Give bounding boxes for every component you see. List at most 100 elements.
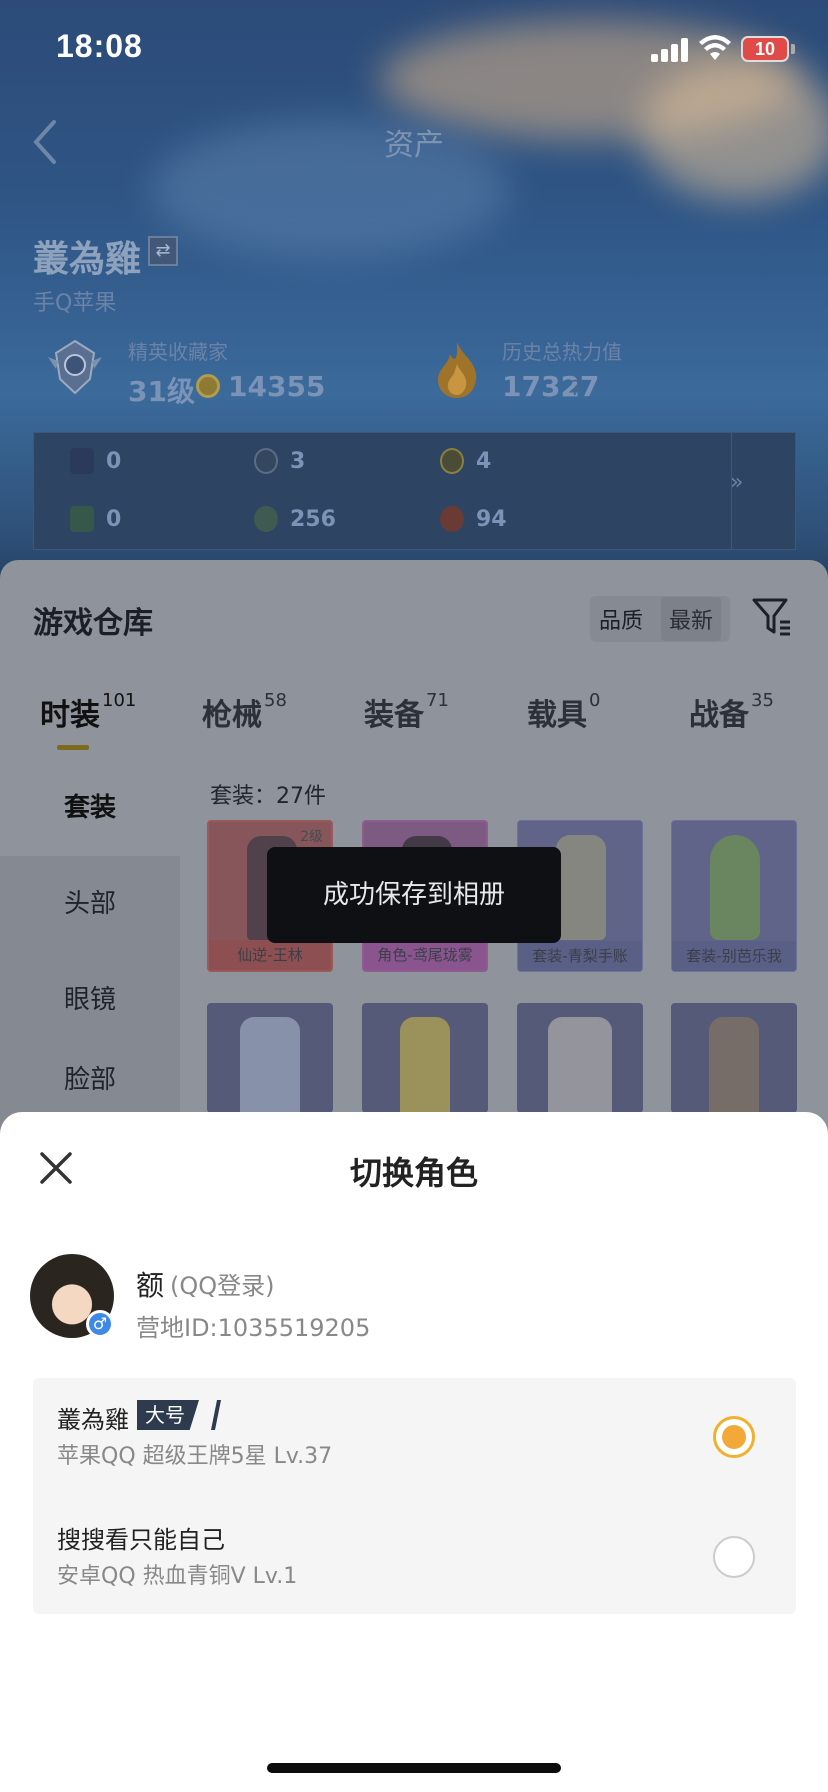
stat-value: 0 xyxy=(106,506,122,532)
male-gender-icon: ♂ xyxy=(86,1310,114,1338)
help-icon[interactable]: ? xyxy=(570,376,581,400)
filter-icon[interactable] xyxy=(752,596,792,638)
item-caption: 仙逆-王林 xyxy=(209,940,331,970)
rank-level: 31级 xyxy=(128,375,195,408)
stat-item: 256 xyxy=(254,506,336,532)
toast-message: 成功保存到相册 xyxy=(267,847,561,943)
item-count-label: 套装：27件 xyxy=(210,784,326,809)
role-row-alt[interactable]: 搜搜看只能自己 安卓QQ 热血青铜V Lv.1 xyxy=(33,1496,796,1614)
account-login-type: (QQ登录) xyxy=(170,1272,275,1300)
home-indicator xyxy=(267,1763,561,1773)
rank-label: 精英收藏家 xyxy=(128,340,228,364)
role-name: 叢為雞 xyxy=(57,1406,129,1434)
outfit-figure xyxy=(548,1017,612,1113)
green-gem-icon xyxy=(254,506,278,532)
battery-indicator: 10 xyxy=(741,36,789,62)
card-icon xyxy=(70,448,94,474)
item-card[interactable] xyxy=(671,1003,797,1113)
tab-vehicles[interactable]: 载具 0 xyxy=(527,690,600,734)
item-caption: 套装-别芭乐我 xyxy=(672,941,796,971)
tab-count: 58 xyxy=(264,690,287,711)
wifi-icon xyxy=(699,35,731,60)
stat-item: 0 xyxy=(70,506,121,532)
tab-fashion[interactable]: 时装 101 xyxy=(40,690,136,734)
switch-role-sheet: 切换角色 ♂ 额 (QQ登录) 营地ID:1035519205 叢為雞 大号 苹… xyxy=(0,1112,828,1792)
tab-label: 战备 xyxy=(689,698,749,733)
item-card[interactable] xyxy=(517,1003,643,1113)
tab-label: 载具 xyxy=(527,698,587,733)
switch-account-icon[interactable]: ⇄ xyxy=(148,236,178,266)
item-caption: 角色-鸢尾珑雾 xyxy=(364,940,486,970)
ticket-icon xyxy=(70,506,94,532)
sort-newest[interactable]: 最新 xyxy=(660,597,721,641)
warehouse-title: 游戏仓库 xyxy=(33,606,153,641)
stat-item: 4 xyxy=(440,448,491,474)
item-card[interactable] xyxy=(362,1003,488,1113)
heat-label: 历史总热力值 xyxy=(502,340,622,364)
tab-count: 101 xyxy=(102,690,137,711)
tab-count: 71 xyxy=(426,690,449,711)
category-glasses[interactable]: 眼镜 xyxy=(0,952,180,1048)
item-caption: 套装-青梨手账 xyxy=(518,941,642,971)
stat-value: 256 xyxy=(290,506,336,532)
red-gem-icon xyxy=(440,506,464,532)
platform-label: 手Q苹果 xyxy=(33,291,117,316)
coin-icon xyxy=(196,374,220,398)
role-info: 苹果QQ 超级王牌5星 Lv.37 xyxy=(57,1444,333,1469)
role-info: 安卓QQ 热血青铜V Lv.1 xyxy=(57,1564,298,1589)
category-face[interactable]: 脸部 xyxy=(0,1048,180,1112)
tab-count: 35 xyxy=(751,690,774,711)
role-name: 搜搜看只能自己 xyxy=(57,1526,225,1554)
sort-quality[interactable]: 品质 xyxy=(599,603,643,635)
category-suit[interactable]: 套装 xyxy=(0,760,180,856)
outfit-figure xyxy=(709,1017,759,1113)
category-head[interactable]: 头部 xyxy=(0,856,180,952)
stat-value: 4 xyxy=(476,448,492,474)
heat-value: 17327 xyxy=(502,370,600,403)
cellular-signal-icon xyxy=(651,38,691,62)
page-title: 资产 xyxy=(384,128,444,163)
token-icon xyxy=(254,448,278,474)
fire-icon xyxy=(438,342,477,398)
stat-item: 94 xyxy=(440,506,507,532)
player-name: 叢為雞 xyxy=(33,239,142,280)
outfit-figure xyxy=(556,835,606,940)
outfit-figure xyxy=(710,835,760,940)
stat-item: 3 xyxy=(254,448,305,474)
role-tag: 大号 xyxy=(137,1400,199,1430)
sort-toggle[interactable]: 品质 最新 xyxy=(590,596,730,642)
tab-equipment[interactable]: 装备 71 xyxy=(364,690,449,734)
outfit-figure xyxy=(240,1017,300,1113)
account-id: 营地ID:1035519205 xyxy=(136,1314,371,1342)
status-bar: 18:08 10 xyxy=(0,0,828,100)
asset-stats-panel[interactable] xyxy=(33,432,796,550)
stat-value: 0 xyxy=(106,448,122,474)
battery-tip xyxy=(791,44,795,54)
outfit-figure xyxy=(400,1017,450,1113)
item-level: 2级 xyxy=(300,829,323,845)
stat-value: 94 xyxy=(476,506,507,532)
status-time: 18:08 xyxy=(56,28,143,64)
sheet-title: 切换角色 xyxy=(349,1154,478,1192)
role-radio[interactable] xyxy=(713,1536,755,1578)
role-list: 叢為雞 大号 苹果QQ 超级王牌5星 Lv.37 搜搜看只能自己 安卓QQ 热血… xyxy=(33,1378,796,1614)
role-row-main[interactable]: 叢為雞 大号 苹果QQ 超级王牌5星 Lv.37 xyxy=(33,1378,796,1496)
warehouse-tabs: 时装 101 枪械 58 装备 71 载具 0 战备 35 xyxy=(0,690,828,760)
account-name: 额 xyxy=(136,1269,165,1302)
tab-guns[interactable]: 枪械 58 xyxy=(202,690,287,734)
stat-item: 0 xyxy=(70,448,121,474)
role-radio-selected[interactable] xyxy=(713,1416,755,1458)
tab-label: 枪械 xyxy=(202,698,262,733)
coin-value: 14355 xyxy=(228,370,326,403)
gold-token-icon xyxy=(440,448,464,474)
tab-count: 0 xyxy=(589,690,601,711)
tab-supplies[interactable]: 战备 35 xyxy=(689,690,774,734)
rank-badge-icon xyxy=(48,339,102,395)
stats-more-icon[interactable]: » xyxy=(730,470,743,495)
item-card[interactable]: 套装-别芭乐我 xyxy=(671,820,797,972)
item-card[interactable] xyxy=(207,1003,333,1113)
tab-label: 装备 xyxy=(364,698,424,733)
role-tag-stripe xyxy=(211,1400,221,1430)
active-tab-underline xyxy=(57,745,89,750)
stat-value: 3 xyxy=(290,448,306,474)
